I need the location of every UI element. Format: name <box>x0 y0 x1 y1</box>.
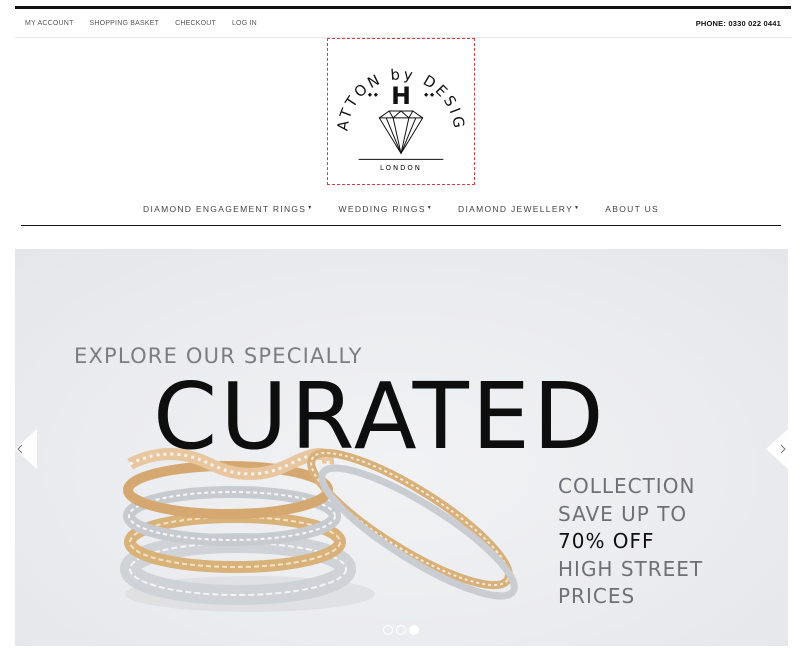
caret-down-icon: ▼ <box>426 204 434 211</box>
hero-offer-line: SAVE UP TO <box>558 501 688 526</box>
rings-image <box>120 448 518 612</box>
hero-offer-text: COLLECTION SAVE UP TO 70% OFF HIGH STREE… <box>558 473 703 611</box>
phone-number[interactable]: PHONE: 0330 022 0441 <box>696 19 781 28</box>
nav-wedding-rings[interactable]: WEDDING RINGS ▼ <box>339 204 434 218</box>
caret-down-icon: ▼ <box>307 204 314 211</box>
carousel-dot[interactable] <box>396 625 406 635</box>
nav-diamond-jewellery[interactable]: DIAMOND JEWELLERY ▼ <box>458 204 580 218</box>
carousel-dots <box>383 625 419 635</box>
my-account-link[interactable]: MY ACCOUNT <box>25 20 74 27</box>
diamond-icon <box>378 110 424 155</box>
nav-about-us[interactable]: ABOUT US <box>605 204 659 218</box>
caret-down-icon: ▼ <box>574 204 581 211</box>
nav-label: WEDDING RINGS <box>338 203 426 214</box>
main-nav: DIAMOND ENGAGEMENT RINGS ▼ WEDDING RINGS ▼… <box>21 196 781 226</box>
chevron-left-icon <box>15 429 37 469</box>
carousel-prev-button[interactable] <box>15 429 37 469</box>
nav-label: ABOUT US <box>605 203 659 214</box>
nav-label: DIAMOND ENGAGEMENT RINGS <box>143 203 307 214</box>
top-bar: MY ACCOUNT SHOPPING BASKET CHECKOUT LOG … <box>15 9 791 38</box>
hero-offer-line: HIGH STREET <box>558 556 704 581</box>
nav-diamond-engagement-rings[interactable]: DIAMOND ENGAGEMENT RINGS ▼ <box>143 204 314 218</box>
nav-label: DIAMOND JEWELLERY <box>458 203 574 214</box>
chevron-right-icon <box>766 429 788 469</box>
checkout-link[interactable]: CHECKOUT <box>175 20 216 27</box>
carousel-dot-active[interactable] <box>409 625 419 635</box>
carousel-dot[interactable] <box>383 625 393 635</box>
hero-offer-line: COLLECTION <box>558 474 696 498</box>
logo-graphic: HATTON by DESIGN H LONDON <box>328 39 465 172</box>
logo-letter: H <box>391 82 411 110</box>
carousel-next-button[interactable] <box>766 429 788 469</box>
account-nav: MY ACCOUNT SHOPPING BASKET CHECKOUT LOG … <box>25 20 257 27</box>
hero-offer-line: PRICES <box>558 584 636 608</box>
hero-offer-highlight: 70% OFF <box>558 529 655 553</box>
shopping-basket-link[interactable]: SHOPPING BASKET <box>90 20 160 27</box>
site-logo[interactable]: HATTON by DESIGN H LONDON <box>327 38 475 185</box>
login-link[interactable]: LOG IN <box>232 20 257 27</box>
hero-carousel: EXPLORE OUR SPECIALLY CURATED COLLECTION… <box>15 249 788 646</box>
logo-location: LONDON <box>380 164 422 172</box>
